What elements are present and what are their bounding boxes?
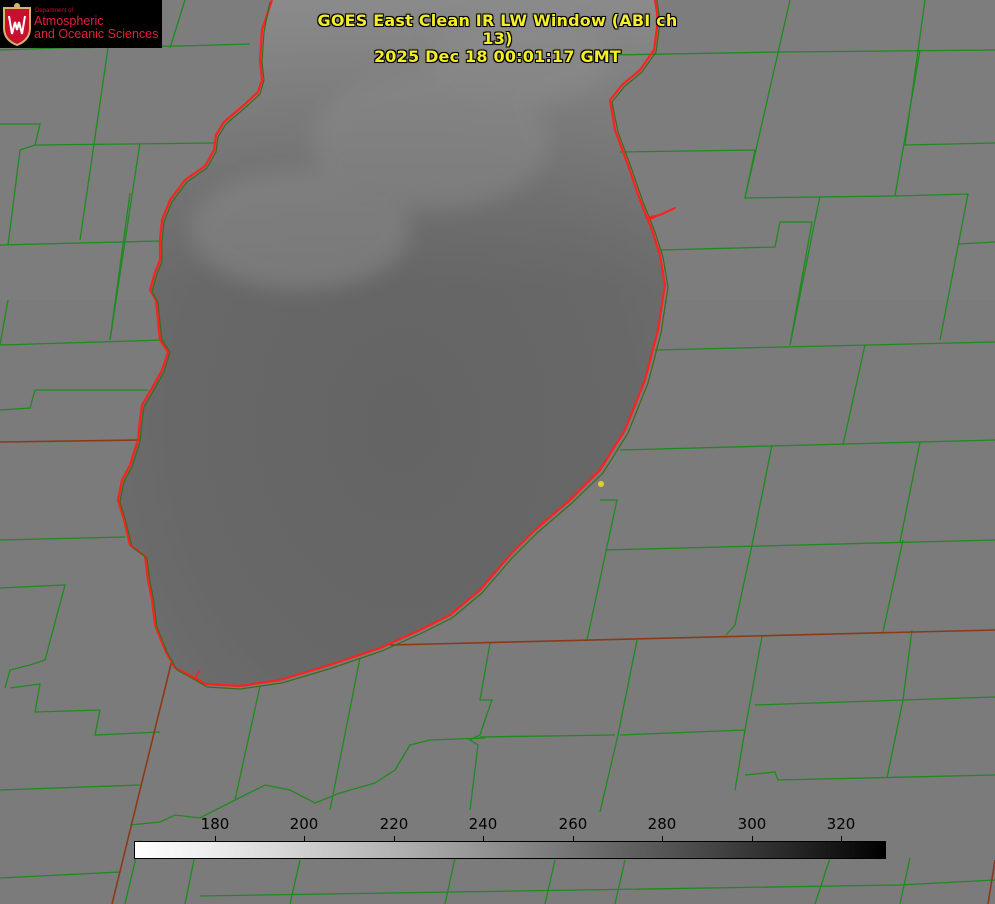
- satellite-map: [0, 0, 995, 904]
- temperature-colorbar: [134, 841, 886, 859]
- colorbar-tick-label: 240: [468, 815, 498, 833]
- uw-aos-logo: Department of Atmospheric and Oceanic Sc…: [0, 0, 162, 48]
- colorbar-tick-label: 220: [379, 815, 409, 833]
- colorbar-tick-label: 320: [826, 815, 856, 833]
- colorbar-tick-label: 300: [737, 815, 767, 833]
- title-line2: 2025 Dec 18 00:01:17 GMT: [373, 47, 622, 66]
- colorbar-tick-label: 260: [558, 815, 588, 833]
- title-line1: GOES East Clean IR LW Window (ABI ch 13): [317, 11, 678, 48]
- location-marker: [598, 481, 604, 487]
- colorbar-tick-label: 180: [200, 815, 230, 833]
- colorbar-tick-label: 200: [289, 815, 319, 833]
- colorbar-tick-label: 280: [647, 815, 677, 833]
- uw-crest-icon: [3, 3, 31, 46]
- image-title: GOES East Clean IR LW Window (ABI ch 13)…: [300, 12, 695, 66]
- logo-line1: Atmospheric: [34, 14, 104, 28]
- logo-line2: and Oceanic Sciences: [34, 27, 159, 41]
